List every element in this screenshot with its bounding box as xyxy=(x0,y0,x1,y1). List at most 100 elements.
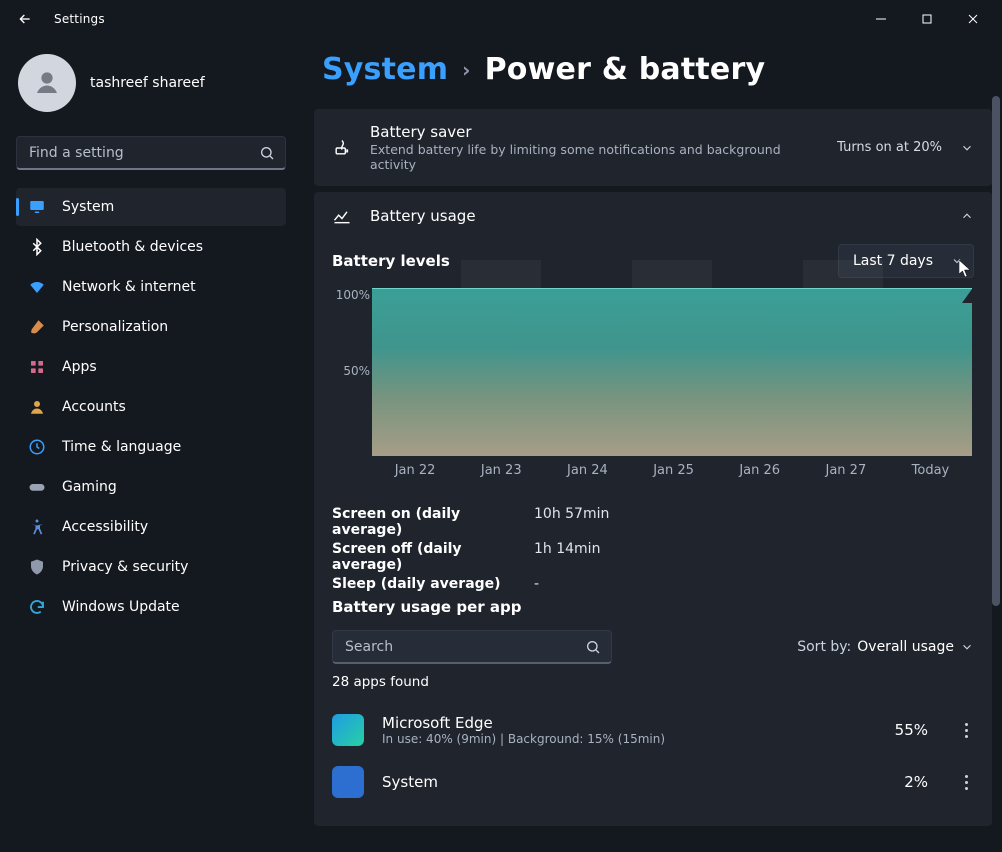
settings-search-input[interactable] xyxy=(27,144,259,162)
sidebar-item-label: Bluetooth & devices xyxy=(62,239,203,255)
sidebar-item-game[interactable]: Gaming xyxy=(16,468,286,506)
breadcrumb-root[interactable]: System xyxy=(322,52,448,87)
chart-x-labels: Jan 22Jan 23Jan 24Jan 25Jan 26Jan 27Toda… xyxy=(372,463,972,478)
main: System › Power & battery Battery saver E… xyxy=(300,38,1002,852)
sidebar-item-bt[interactable]: Bluetooth & devices xyxy=(16,228,286,266)
shield-icon xyxy=(28,558,46,576)
app-percent: 2% xyxy=(904,773,928,791)
search-icon xyxy=(585,639,601,655)
x-tick: Jan 24 xyxy=(567,463,608,478)
avatar xyxy=(18,54,76,112)
sidebar-item-label: Apps xyxy=(62,359,97,375)
more-icon[interactable] xyxy=(958,723,974,738)
scrollbar[interactable] xyxy=(992,46,1000,844)
perapp-search-input[interactable] xyxy=(343,638,585,656)
user-block[interactable]: tashreef shareef xyxy=(16,46,286,130)
sidebar-item-label: Privacy & security xyxy=(62,559,188,575)
sidebar-item-wu[interactable]: Windows Update xyxy=(16,588,286,626)
sidebar: tashreef shareef System Bluetooth & devic… xyxy=(0,38,300,852)
app-percent: 55% xyxy=(895,721,928,739)
bluetooth-icon xyxy=(28,238,46,256)
sidebar-nav: System Bluetooth & devices Network & inter… xyxy=(16,188,286,626)
sidebar-item-label: Accessibility xyxy=(62,519,148,535)
app-meta: In use: 40% (9min) | Background: 15% (15… xyxy=(382,732,877,746)
sidebar-item-apps[interactable]: Apps xyxy=(16,348,286,386)
sidebar-item-label: Gaming xyxy=(62,479,117,495)
app-row[interactable]: Microsoft EdgeIn use: 40% (9min) | Backg… xyxy=(332,704,974,756)
chevron-down-icon xyxy=(960,640,974,654)
average-row: Screen on (daily average) 10h 57min xyxy=(332,506,974,538)
chevron-up-icon xyxy=(960,209,974,223)
average-key: Sleep (daily average) xyxy=(332,576,510,592)
search-icon xyxy=(259,145,275,161)
sidebar-item-label: Personalization xyxy=(62,319,168,335)
chevron-right-icon: › xyxy=(462,60,470,80)
settings-search[interactable] xyxy=(16,136,286,170)
sidebar-item-acct[interactable]: Accounts xyxy=(16,388,286,426)
battery-saver-icon xyxy=(332,138,352,158)
sidebar-item-label: Accounts xyxy=(62,399,126,415)
clock-icon xyxy=(28,438,46,456)
sidebar-item-net[interactable]: Network & internet xyxy=(16,268,286,306)
minimize-button[interactable] xyxy=(858,4,904,34)
average-key: Screen on (daily average) xyxy=(332,506,510,538)
battery-levels-chart: 100% 50% Jan 22Jan 23Jan 24Jan 25Jan 26J… xyxy=(334,288,972,478)
perapp-search[interactable] xyxy=(332,630,612,664)
maximize-button[interactable] xyxy=(904,4,950,34)
sidebar-item-label: Windows Update xyxy=(62,599,180,615)
app-logo xyxy=(332,766,364,798)
update-icon xyxy=(28,598,46,616)
user-name: tashreef shareef xyxy=(90,75,205,91)
average-row: Screen off (daily average) 1h 14min xyxy=(332,541,974,573)
brush-icon xyxy=(28,318,46,336)
battery-saver-subtitle: Extend battery life by limiting some not… xyxy=(370,142,819,172)
x-tick: Today xyxy=(912,463,950,478)
window-title: Settings xyxy=(54,12,105,26)
perapp-sort-dropdown[interactable]: Sort by: Overall usage xyxy=(797,639,974,655)
display-icon xyxy=(28,198,46,216)
x-tick: Jan 22 xyxy=(395,463,436,478)
average-value: 1h 14min xyxy=(534,541,600,573)
average-value: 10h 57min xyxy=(534,506,609,538)
sidebar-item-a11y[interactable]: Accessibility xyxy=(16,508,286,546)
perapp-title: Battery usage per app xyxy=(332,598,974,616)
battery-usage-header[interactable]: Battery usage xyxy=(332,206,974,226)
average-value: - xyxy=(534,576,539,592)
y-tick-100: 100% xyxy=(334,288,370,302)
more-icon[interactable] xyxy=(958,775,974,790)
sidebar-item-priv[interactable]: Privacy & security xyxy=(16,548,286,586)
y-tick-50: 50% xyxy=(334,364,370,378)
average-key: Screen off (daily average) xyxy=(332,541,510,573)
app-name: System xyxy=(382,773,886,791)
chevron-down-icon xyxy=(960,141,974,155)
battery-saver-status: Turns on at 20% xyxy=(837,140,942,155)
app-logo xyxy=(332,714,364,746)
x-tick: Jan 25 xyxy=(653,463,694,478)
battery-saver-title: Battery saver xyxy=(370,123,819,141)
app-name: Microsoft Edge xyxy=(382,714,877,732)
perapp-sort-value: Overall usage xyxy=(857,639,954,655)
x-tick: Jan 27 xyxy=(826,463,867,478)
x-tick: Jan 23 xyxy=(481,463,522,478)
app-row[interactable]: System 2% xyxy=(332,756,974,808)
back-button[interactable] xyxy=(14,8,36,30)
sidebar-item-time[interactable]: Time & language xyxy=(16,428,286,466)
chart-area xyxy=(372,288,972,456)
breadcrumb-current: Power & battery xyxy=(485,52,766,87)
sidebar-item-label: System xyxy=(62,199,114,215)
battery-usage-title: Battery usage xyxy=(370,207,942,225)
battery-usage-panel: Battery usage Battery levels Last 7 days… xyxy=(314,192,992,826)
apps-icon xyxy=(28,358,46,376)
close-button[interactable] xyxy=(950,4,996,34)
average-row: Sleep (daily average) - xyxy=(332,576,974,592)
sidebar-item-label: Time & language xyxy=(62,439,181,455)
battery-usage-icon xyxy=(332,206,352,226)
perapp-count: 28 apps found xyxy=(332,674,974,690)
gamepad-icon xyxy=(28,478,46,496)
accessibility-icon xyxy=(28,518,46,536)
sidebar-item-pers[interactable]: Personalization xyxy=(16,308,286,346)
perapp-sort-label: Sort by: xyxy=(797,639,851,655)
sidebar-item-system[interactable]: System xyxy=(16,188,286,226)
battery-saver-panel[interactable]: Battery saver Extend battery life by lim… xyxy=(314,109,992,186)
scrollbar-thumb[interactable] xyxy=(992,96,1000,606)
